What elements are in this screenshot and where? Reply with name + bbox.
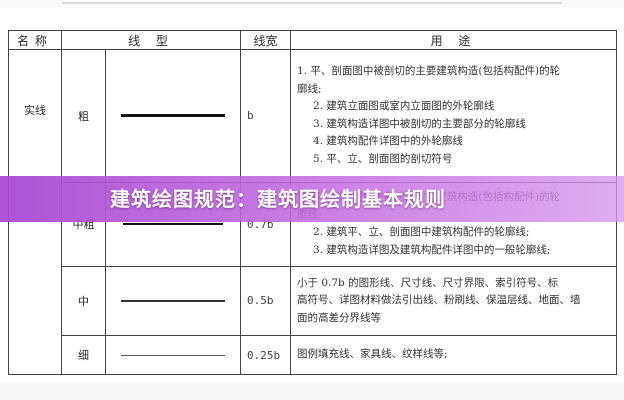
bottom-strip [0, 382, 624, 400]
line-width-value: b [240, 49, 292, 183]
line-usage: 图例填充线、家具线、纹样线等; [290, 335, 618, 375]
header-name: 名称 [8, 30, 62, 50]
line-weight: 粗 [61, 49, 106, 183]
usage-line: 5. 平、立、剖面图的剖切符号 [313, 152, 453, 165]
usage-line: 1. 平、剖面图中被剖切的主要建筑构造(包括构配件)的轮 [297, 65, 561, 78]
line-sample-stroke [121, 354, 225, 356]
usage-line: 面的高差分界线等 [297, 311, 382, 324]
usage-line: 3. 建筑构造详图及建筑构配件详图中的一般轮廓线; [313, 243, 551, 256]
usage-line: 2. 建筑平、立、剖面图中建筑构配件的轮廓线; [313, 226, 530, 239]
header-usage: 用 途 [290, 30, 618, 50]
top-rule [62, 2, 562, 4]
usage-line: 图例填充线、家具线、纹样线等; [297, 348, 448, 361]
line-usage: 1. 平、剖面图中被剖切的主要建筑构造(包括构配件)的轮 廓线; 2. 建筑立面图或… [290, 49, 618, 183]
table-row: 实线粗 b 1. 平、剖面图中被剖切的主要建筑构造(包括构配件)的轮 廓线; 2. 建筑… [8, 49, 618, 375]
line-sample-stroke [123, 223, 223, 226]
usage-line: 2. 建筑立面图或室内立面图的外轮廓线 [313, 100, 495, 113]
usage-line: 高符号、详图材料做法引出线、粉刷线、保温层线、地面、墙 [297, 294, 581, 307]
line-weight: 细 [61, 335, 106, 375]
usage-line: 4. 建筑构配件详图中的外轮廓线 [313, 135, 463, 148]
usage-line: 小于 0.7b 的图形线、尺寸线、尺寸界限、索引符号、标 [297, 276, 559, 289]
header-line-width: 线宽 [240, 30, 292, 50]
line-sample [104, 265, 242, 337]
line-weight: 中 [61, 265, 106, 337]
line-width-value: 0.25b [240, 335, 292, 375]
banner-title: 建筑绘图规范：建筑图绘制基本规则 [110, 187, 446, 211]
line-width-value: 0.5b [240, 265, 292, 337]
line-sample-stroke [121, 114, 225, 118]
table-row: 中 0.5b 小于 0.7b 的图形线、尺寸线、尺寸界限、索引符号、标 高符号、详图材… [9, 265, 618, 337]
line-sample-stroke [121, 300, 225, 302]
line-sample [104, 49, 242, 183]
line-usage: 小于 0.7b 的图形线、尺寸线、尺寸界限、索引符号、标高符号、详图材料做法引出… [290, 265, 618, 337]
line-sample [104, 335, 242, 375]
usage-line: 廓线; [297, 82, 322, 95]
table-row: 细 0.25b 图例填充线、家具线、纹样线等; [9, 335, 618, 375]
header-line-type: 线 型 [60, 30, 242, 50]
table-header-row: 名称 线 型 线宽 用 途 [8, 30, 618, 50]
usage-line: 3. 建筑构造详图中被剖切的主要部分的轮廓线 [313, 117, 526, 130]
